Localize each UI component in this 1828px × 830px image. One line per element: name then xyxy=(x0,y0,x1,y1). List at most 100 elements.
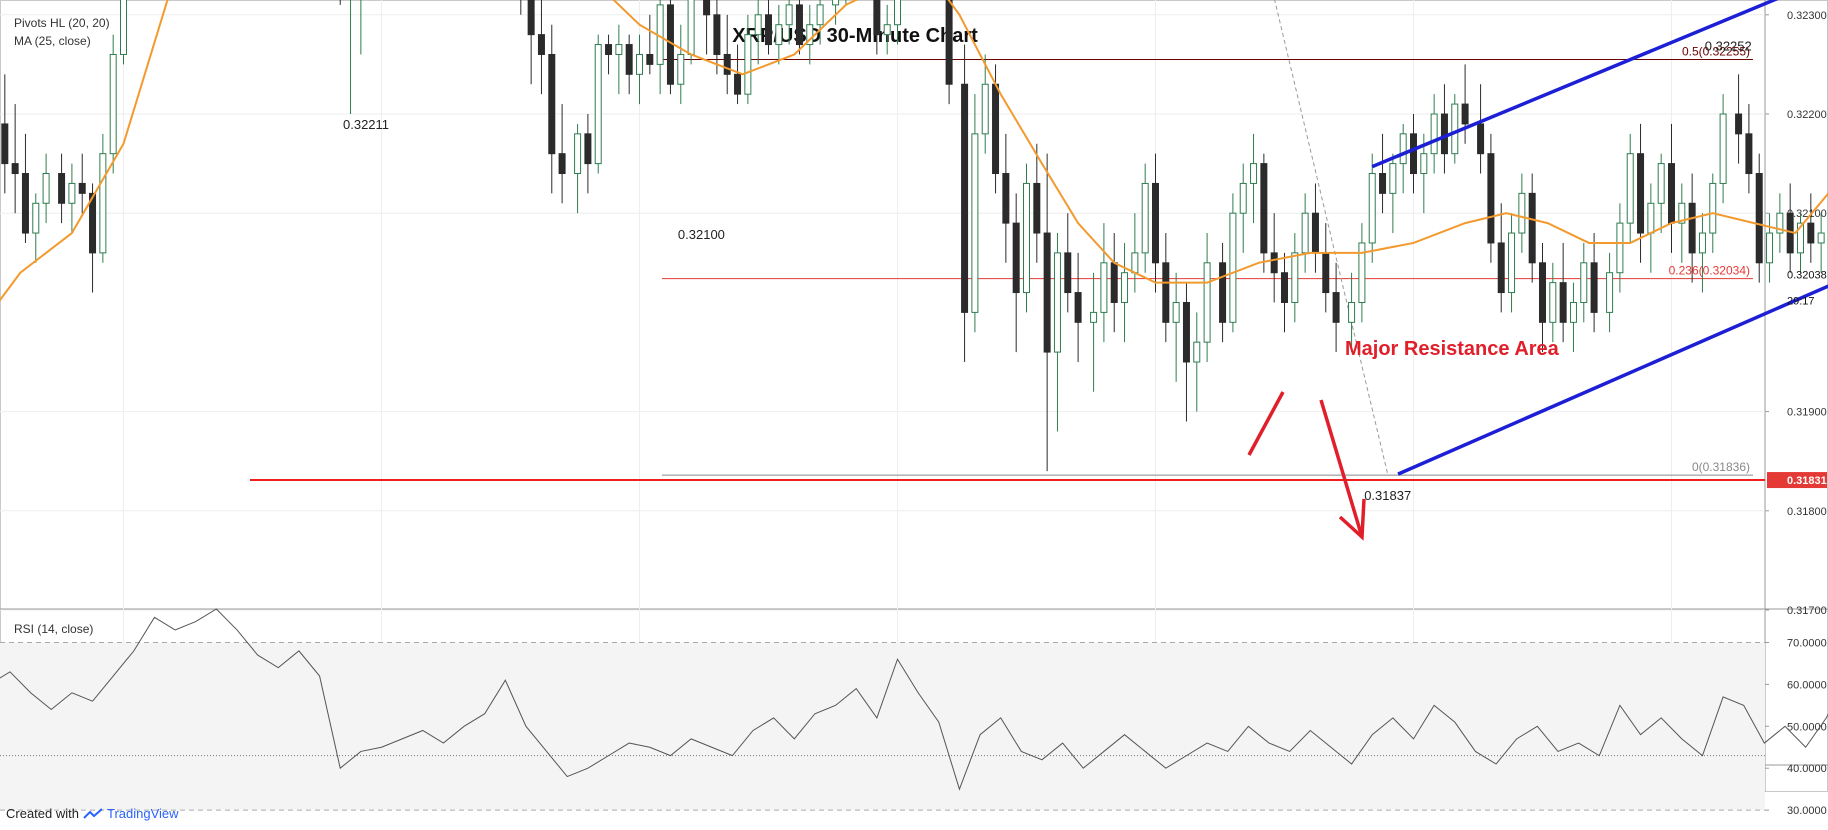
rsi-band xyxy=(0,642,1765,811)
candle-body xyxy=(754,14,762,36)
candle-body xyxy=(1559,282,1567,323)
resistance-annotation: Major Resistance Area xyxy=(1345,338,1560,360)
candle-body xyxy=(1410,133,1417,175)
candle-body xyxy=(1497,242,1505,294)
indicator-label-rsi: RSI (14, close) xyxy=(14,622,94,636)
candle-body xyxy=(687,0,695,55)
candle-body xyxy=(11,163,19,175)
candle-body xyxy=(1440,113,1448,155)
candle-body xyxy=(981,83,989,135)
candle-body xyxy=(1203,262,1211,343)
candle-body xyxy=(1239,182,1247,214)
candle-body xyxy=(1719,113,1727,184)
footer-brand[interactable]: TradingView xyxy=(107,806,179,821)
fib-level-label: 0.236(0.32034) xyxy=(1669,264,1750,278)
candle-body xyxy=(1709,182,1717,234)
candle-body xyxy=(1735,113,1743,135)
price-tick-label: 0.32200 xyxy=(1787,109,1827,121)
candle-body xyxy=(703,0,711,16)
candle-body xyxy=(1745,133,1753,175)
candle-body xyxy=(1152,182,1159,264)
pivot-label: 0.32211 xyxy=(343,117,389,132)
price-tick-label: 0.31800 xyxy=(1787,506,1827,518)
indicator-label-ma: MA (25, close) xyxy=(14,34,91,48)
candle-body xyxy=(42,173,50,204)
candle-body xyxy=(734,73,742,95)
candle-body xyxy=(992,83,1000,175)
candle-body xyxy=(795,4,803,46)
candle-body xyxy=(1301,212,1309,254)
candle-body xyxy=(1549,282,1557,323)
candle-body xyxy=(1389,163,1397,194)
candle-body xyxy=(1043,232,1051,353)
candle-body xyxy=(894,0,901,26)
candle-body xyxy=(832,0,840,6)
pivot-label: 0.32100 xyxy=(678,227,725,242)
candle-body xyxy=(21,173,29,234)
candle-body xyxy=(1668,163,1675,224)
fib-level-label: 0(0.31836) xyxy=(1692,460,1750,474)
indicator-label-pivots: Pivots HL (20, 20) xyxy=(14,16,110,30)
pivot-label: 0.32252 xyxy=(1705,38,1752,53)
candle-body xyxy=(1090,311,1098,323)
candle-body xyxy=(1270,252,1278,274)
rsi-tick-label: 30.0000 xyxy=(1787,805,1827,817)
candle-body xyxy=(765,14,772,46)
candle-body xyxy=(594,44,602,165)
candle-body xyxy=(1430,113,1438,155)
candle-body xyxy=(1012,222,1020,294)
candle-body xyxy=(1219,262,1227,323)
candle-body xyxy=(68,182,76,204)
tradingview-logo-icon xyxy=(83,807,103,819)
candle-body xyxy=(1647,202,1655,234)
candle-body xyxy=(1698,232,1706,254)
candle-body xyxy=(1616,222,1624,274)
candle-body xyxy=(945,0,953,85)
footer: Created with TradingView xyxy=(6,806,179,821)
price-badge: 0.32038 xyxy=(1787,270,1827,282)
candle-body xyxy=(873,0,881,36)
candle-body xyxy=(1461,103,1469,125)
candle-body xyxy=(537,34,545,55)
candle-body xyxy=(1162,262,1170,323)
candle-body xyxy=(961,83,969,313)
price-tick-label: 0.31900 xyxy=(1787,407,1827,419)
candle-body xyxy=(744,34,752,95)
candle-body xyxy=(713,14,721,55)
candle-body xyxy=(32,202,40,234)
candle-body xyxy=(1399,133,1407,165)
price-badge: 29:17 xyxy=(1787,295,1815,307)
candle-body xyxy=(1688,202,1696,254)
candle-body xyxy=(605,44,613,55)
candle-body xyxy=(78,182,86,194)
candle-body xyxy=(1260,163,1268,254)
price-tick-label: 0.32300 xyxy=(1787,10,1827,22)
candle-body xyxy=(1250,163,1258,184)
candle-body xyxy=(1379,173,1387,194)
candle-body xyxy=(1539,262,1546,323)
candle-body xyxy=(636,53,643,75)
candle-body xyxy=(99,153,107,254)
candle-body xyxy=(883,24,891,36)
candle-body xyxy=(1817,232,1825,244)
candle-body xyxy=(1023,182,1030,294)
price-chart: 1612:001712:001812:001912:002012:002112:… xyxy=(0,0,1828,817)
candle-body xyxy=(1311,212,1319,254)
rsi-tick-label: 50.0000 xyxy=(1787,721,1827,733)
candle-body xyxy=(723,53,731,75)
candle-body xyxy=(1590,262,1598,313)
candle-body xyxy=(58,173,66,204)
candle-body xyxy=(1281,272,1288,303)
candle-body xyxy=(1131,252,1139,274)
candle-body xyxy=(1182,301,1190,363)
candle-body xyxy=(1064,252,1072,294)
candle-body xyxy=(1626,153,1634,224)
price-badge: 0.31831 xyxy=(1787,475,1827,487)
candle-body xyxy=(1368,173,1376,244)
rsi-tick-label: 40.0000 xyxy=(1787,763,1827,775)
candle-body xyxy=(1172,301,1180,323)
candle-body xyxy=(1121,272,1129,303)
rsi-tick-label: 60.0000 xyxy=(1787,679,1827,691)
candle-body xyxy=(1074,292,1082,323)
candle-body xyxy=(1451,103,1459,155)
